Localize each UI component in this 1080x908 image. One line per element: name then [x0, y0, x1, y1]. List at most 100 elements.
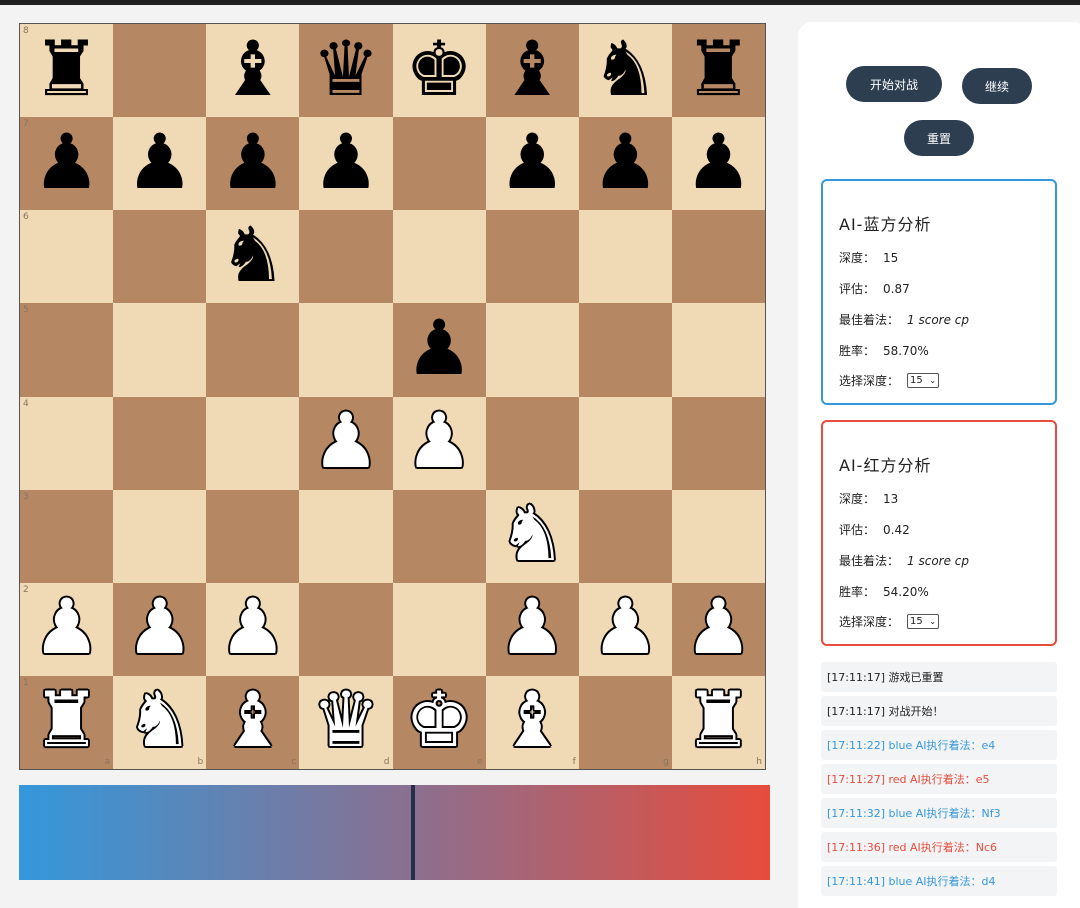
- black-pawn-icon[interactable]: ♟: [219, 123, 287, 200]
- black-bishop-icon[interactable]: ♝: [219, 30, 287, 107]
- square-c1[interactable]: c ♝: [206, 675, 300, 769]
- square-f1[interactable]: f ♝: [485, 675, 579, 769]
- square-a2[interactable]: 2 ♟: [20, 582, 114, 676]
- square-d4[interactable]: ♟: [299, 396, 393, 490]
- white-rook-icon[interactable]: ♜: [684, 682, 752, 758]
- square-f6[interactable]: [485, 210, 579, 304]
- black-knight-icon[interactable]: ♞: [591, 30, 659, 107]
- square-d6[interactable]: [299, 210, 393, 304]
- reset-button[interactable]: 重置: [904, 120, 974, 156]
- square-f5[interactable]: [485, 303, 579, 397]
- square-f8[interactable]: ♝: [485, 24, 579, 118]
- square-e6[interactable]: [392, 210, 486, 304]
- white-pawn-icon[interactable]: ♟: [684, 589, 752, 665]
- square-b1[interactable]: b ♞: [113, 675, 207, 769]
- square-b6[interactable]: [113, 210, 207, 304]
- square-c5[interactable]: [206, 303, 300, 397]
- black-pawn-icon[interactable]: ♟: [32, 123, 100, 200]
- square-b4[interactable]: [113, 396, 207, 490]
- square-e7[interactable]: [392, 117, 486, 211]
- square-b5[interactable]: [113, 303, 207, 397]
- square-d5[interactable]: [299, 303, 393, 397]
- square-c4[interactable]: [206, 396, 300, 490]
- square-g8[interactable]: ♞: [578, 24, 672, 118]
- white-rook-icon[interactable]: ♜: [32, 682, 100, 758]
- white-queen-icon[interactable]: ♛: [312, 682, 380, 758]
- square-g6[interactable]: [578, 210, 672, 304]
- continue-button[interactable]: 继续: [962, 68, 1032, 104]
- ai-red-depth-select[interactable]: 15 ⌄: [907, 614, 940, 629]
- black-bishop-icon[interactable]: ♝: [498, 30, 566, 107]
- square-c6[interactable]: ♞: [206, 210, 300, 304]
- start-battle-button[interactable]: 开始对战: [846, 66, 942, 102]
- square-d8[interactable]: ♛: [299, 24, 393, 118]
- square-g1[interactable]: g: [578, 675, 672, 769]
- black-pawn-icon[interactable]: ♟: [591, 123, 659, 200]
- square-f4[interactable]: [485, 396, 579, 490]
- white-bishop-icon[interactable]: ♝: [498, 682, 566, 758]
- black-king-icon[interactable]: ♚: [405, 30, 473, 107]
- black-pawn-icon[interactable]: ♟: [684, 123, 752, 200]
- square-g7[interactable]: ♟: [578, 117, 672, 211]
- square-b3[interactable]: [113, 489, 207, 583]
- white-king-icon[interactable]: ♚: [405, 682, 473, 758]
- black-pawn-icon[interactable]: ♟: [498, 123, 566, 200]
- square-d3[interactable]: [299, 489, 393, 583]
- square-e8[interactable]: ♚: [392, 24, 486, 118]
- white-pawn-icon[interactable]: ♟: [312, 403, 380, 479]
- square-c3[interactable]: [206, 489, 300, 583]
- black-rook-icon[interactable]: ♜: [32, 30, 100, 107]
- white-bishop-icon[interactable]: ♝: [219, 682, 287, 758]
- square-c2[interactable]: ♟: [206, 582, 300, 676]
- square-g2[interactable]: ♟: [578, 582, 672, 676]
- square-f3[interactable]: ♞: [485, 489, 579, 583]
- black-pawn-icon[interactable]: ♟: [312, 123, 380, 200]
- square-a8[interactable]: 8 ♜: [20, 24, 114, 118]
- square-e1[interactable]: e ♚: [392, 675, 486, 769]
- white-pawn-icon[interactable]: ♟: [126, 589, 194, 665]
- white-knight-icon[interactable]: ♞: [498, 496, 566, 572]
- square-e4[interactable]: ♟: [392, 396, 486, 490]
- square-g5[interactable]: [578, 303, 672, 397]
- square-g4[interactable]: [578, 396, 672, 490]
- square-a1[interactable]: 1 a ♜: [20, 675, 114, 769]
- black-pawn-icon[interactable]: ♟: [405, 309, 473, 386]
- white-knight-icon[interactable]: ♞: [126, 682, 194, 758]
- square-b2[interactable]: ♟: [113, 582, 207, 676]
- square-e2[interactable]: [392, 582, 486, 676]
- black-queen-icon[interactable]: ♛: [312, 30, 380, 107]
- square-h3[interactable]: [671, 489, 765, 583]
- square-h2[interactable]: ♟: [671, 582, 765, 676]
- square-c7[interactable]: ♟: [206, 117, 300, 211]
- black-knight-icon[interactable]: ♞: [219, 216, 287, 293]
- chess-board[interactable]: 8 ♜ ♝ ♛ ♚ ♝ ♞ ♜ 7 ♟ ♟ ♟ ♟ ♟ ♟ ♟ 6 ♞ 5 ♟ 4 ♟ ♟ 3 ♞ 2 ♟ ♟ ♟ ♟ ♟ ♟ 1 a ♜ b ♞ c ♝ d…: [19, 23, 766, 770]
- square-h8[interactable]: ♜: [671, 24, 765, 118]
- square-b7[interactable]: ♟: [113, 117, 207, 211]
- square-f2[interactable]: ♟: [485, 582, 579, 676]
- square-b8[interactable]: [113, 24, 207, 118]
- square-h6[interactable]: [671, 210, 765, 304]
- ai-blue-depth-select[interactable]: 15 ⌄: [907, 373, 940, 388]
- square-f7[interactable]: ♟: [485, 117, 579, 211]
- square-g3[interactable]: [578, 489, 672, 583]
- square-a3[interactable]: 3: [20, 489, 114, 583]
- square-e5[interactable]: ♟: [392, 303, 486, 397]
- square-d1[interactable]: d ♛: [299, 675, 393, 769]
- black-rook-icon[interactable]: ♜: [684, 30, 752, 107]
- square-d7[interactable]: ♟: [299, 117, 393, 211]
- square-h7[interactable]: ♟: [671, 117, 765, 211]
- square-c8[interactable]: ♝: [206, 24, 300, 118]
- white-pawn-icon[interactable]: ♟: [32, 589, 100, 665]
- white-pawn-icon[interactable]: ♟: [405, 403, 473, 479]
- white-pawn-icon[interactable]: ♟: [591, 589, 659, 665]
- square-d2[interactable]: [299, 582, 393, 676]
- square-a7[interactable]: 7 ♟: [20, 117, 114, 211]
- square-a4[interactable]: 4: [20, 396, 114, 490]
- black-pawn-icon[interactable]: ♟: [126, 123, 194, 200]
- white-pawn-icon[interactable]: ♟: [498, 589, 566, 665]
- square-e3[interactable]: [392, 489, 486, 583]
- square-h5[interactable]: [671, 303, 765, 397]
- square-h1[interactable]: h ♜: [671, 675, 765, 769]
- square-h4[interactable]: [671, 396, 765, 490]
- white-pawn-icon[interactable]: ♟: [219, 589, 287, 665]
